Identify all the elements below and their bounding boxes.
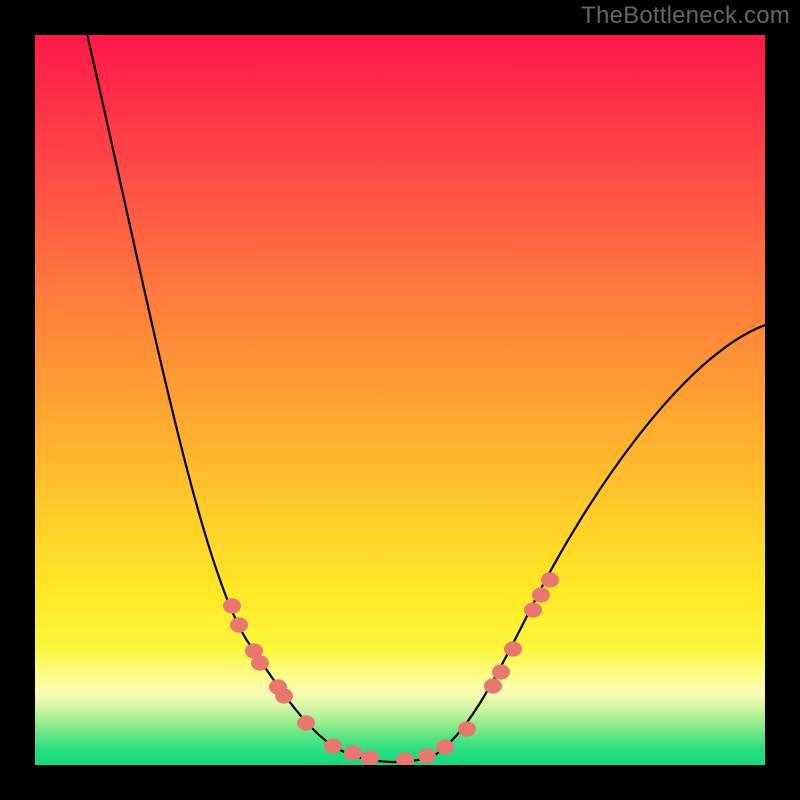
watermark-label: TheBottleneck.com	[581, 2, 790, 30]
dots-left-dot-9	[361, 750, 379, 765]
dots-right-dot-9	[541, 572, 559, 587]
bottleneck-curve	[85, 35, 765, 762]
dots-right-dot-1	[418, 748, 436, 763]
dots-right-dot-2	[436, 739, 454, 754]
dots-left-dot-1	[230, 617, 248, 632]
dots-left-group	[223, 598, 379, 765]
dots-right-dot-7	[524, 602, 542, 617]
dots-right-dot-3	[458, 721, 476, 736]
dots-left-dot-0	[223, 598, 241, 613]
chart-container: TheBottleneck.com	[0, 0, 800, 800]
dots-left-dot-7	[324, 738, 342, 753]
dots-right-dot-0	[396, 752, 414, 765]
dots-left-dot-6	[297, 715, 315, 730]
dots-left-dot-8	[344, 745, 362, 760]
dots-right-dot-6	[504, 641, 522, 656]
dots-right-dot-8	[532, 587, 550, 602]
dots-left-dot-3	[251, 655, 269, 670]
curve-layer	[35, 35, 765, 765]
dots-right-dot-5	[492, 664, 510, 679]
dots-right-dot-4	[484, 678, 502, 693]
dots-left-dot-5	[275, 688, 293, 703]
